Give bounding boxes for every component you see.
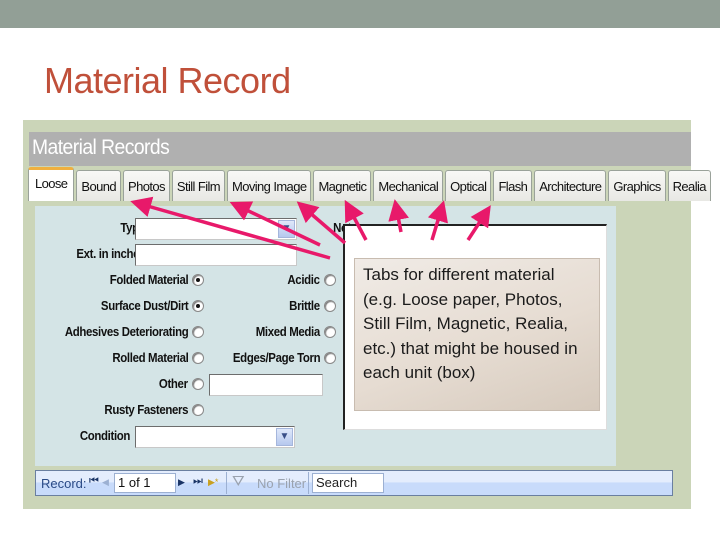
- last-record-icon[interactable]: ⏭: [193, 475, 203, 488]
- type-combobox[interactable]: ▼: [135, 218, 297, 240]
- acidic-label: Acidic: [287, 272, 321, 287]
- filter-icon: ⛛: [232, 473, 245, 490]
- first-record-icon[interactable]: ⏮: [89, 475, 99, 488]
- acidic-radio[interactable]: [324, 274, 336, 286]
- annotation-callout: Tabs for different material (e.g. Loose …: [354, 258, 600, 411]
- material-tabs: Loose Bound Photos Still Film Moving Ima…: [28, 167, 713, 201]
- tab-magnetic[interactable]: Magnetic: [313, 170, 372, 201]
- ext-inches-input[interactable]: [135, 244, 297, 266]
- tab-architecture[interactable]: Architecture: [534, 170, 607, 201]
- mixed-media-radio[interactable]: [324, 326, 336, 338]
- form-header: Material Records: [29, 132, 691, 166]
- tab-realia[interactable]: Realia: [667, 170, 711, 201]
- chevron-down-icon[interactable]: ▼: [278, 220, 295, 238]
- tab-graphics[interactable]: Graphics: [608, 170, 666, 201]
- rolled-material-label: Rolled Material: [111, 350, 188, 365]
- navbar-separator: [226, 472, 227, 494]
- brittle-label: Brittle: [289, 298, 320, 313]
- folded-material-radio[interactable]: [192, 274, 204, 286]
- tab-bound[interactable]: Bound: [76, 170, 122, 201]
- tab-moving-image[interactable]: Moving Image: [227, 170, 312, 201]
- brittle-radio[interactable]: [324, 300, 336, 312]
- previous-record-icon[interactable]: ◀: [102, 477, 109, 488]
- tab-still-film[interactable]: Still Film: [171, 170, 225, 201]
- condition-label: Condition: [79, 428, 131, 443]
- tab-mechanical[interactable]: Mechanical: [373, 170, 444, 201]
- next-record-icon[interactable]: ▶: [178, 477, 185, 488]
- record-position-input[interactable]: 1 of 1: [114, 473, 176, 493]
- record-label: Record:: [41, 476, 87, 491]
- form-header-title: Material Records: [32, 136, 170, 159]
- other-label: Other: [159, 376, 188, 391]
- annotation-text: Tabs for different material (e.g. Loose …: [363, 265, 578, 382]
- folded-material-label: Folded Material: [109, 272, 188, 287]
- condition-combobox[interactable]: ▼: [135, 426, 295, 448]
- record-navigation-bar: Record: ⏮ ◀ 1 of 1 ▶ ⏭ ▶* ⛛ No Filter Se…: [35, 470, 673, 496]
- mixed-media-label: Mixed Media: [255, 324, 321, 339]
- surface-dust-label: Surface Dust/Dirt: [100, 298, 189, 313]
- tab-flash[interactable]: Flash: [493, 170, 533, 201]
- no-filter-button[interactable]: No Filter: [257, 476, 306, 491]
- other-text-input[interactable]: [209, 374, 323, 396]
- slide-top-band: [0, 0, 720, 28]
- edges-torn-label: Edges/Page Torn: [232, 350, 321, 365]
- tab-photos[interactable]: Photos: [123, 170, 170, 201]
- adhesives-radio[interactable]: [192, 326, 204, 338]
- navbar-separator: [308, 472, 309, 494]
- search-input[interactable]: Search: [312, 473, 384, 493]
- tab-loose[interactable]: Loose: [28, 167, 75, 201]
- edges-torn-radio[interactable]: [324, 352, 336, 364]
- slide-title: Material Record: [44, 60, 291, 101]
- surface-dust-radio[interactable]: [192, 300, 204, 312]
- rusty-fasteners-label: Rusty Fasteners: [104, 402, 188, 417]
- new-record-icon[interactable]: ▶*: [208, 477, 218, 488]
- rusty-fasteners-radio[interactable]: [192, 404, 204, 416]
- rolled-material-radio[interactable]: [192, 352, 204, 364]
- chevron-down-icon[interactable]: ▼: [276, 428, 293, 446]
- tab-optical[interactable]: Optical: [445, 170, 492, 201]
- adhesives-label: Adhesives Deteriorating: [64, 324, 188, 339]
- other-radio[interactable]: [192, 378, 204, 390]
